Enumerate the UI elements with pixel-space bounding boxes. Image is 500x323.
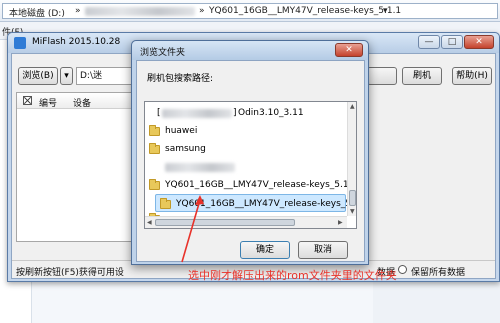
blurred-label [165,163,235,172]
tree-item-label: YQ601_16GB__LMY47V_release-keys_5.1.1 [176,199,357,209]
folder-icon [160,198,171,209]
window-title: MiFlash 2015.10.28 [32,37,121,47]
refresh-button[interactable] [367,67,397,85]
chevron-down-icon[interactable]: ▾ [60,67,73,85]
browse-folder-dialog: 浏览文件夹 ✕ 刷机包搜索路径: [ ] Odin3.10_3.11 huawe… [131,40,369,265]
app-logo-icon [14,37,26,49]
tree-item-samsung[interactable]: samsung [145,140,347,158]
breadcrumb-separator: » [75,6,81,16]
flash-button[interactable]: 刷机 [402,67,442,85]
blurred-label [162,109,232,118]
keep-data-radio[interactable] [398,265,407,274]
breadcrumb-drive[interactable]: 本地磁盘 (D:) [9,6,65,19]
keep-data-label: 保留所有数据 [411,268,466,278]
annotation-text: 选中刚才解压出来的rom文件夹里的文件夹 [188,269,397,282]
ok-button[interactable]: 确定 [240,241,290,259]
minimize-button[interactable]: — [418,35,440,49]
rom-path-input[interactable]: D:\迷 [76,67,136,85]
scroll-left-arrow-icon[interactable]: ◀ [147,219,152,226]
address-bar[interactable]: 本地磁盘 (D:) » » YQ601_16GB__LMY47V_release… [0,0,500,22]
tree-item-label: Odin3.10_3.11 [238,108,304,118]
folder-icon [149,143,160,154]
select-all-checkbox[interactable] [23,96,32,105]
tree-item-rom-folder[interactable]: YQ601_16GB__LMY47V_release-keys_5.1.1 [145,176,356,194]
column-id[interactable]: 编号 [39,96,57,109]
dialog-title: 浏览文件夹 [140,48,186,58]
scroll-down-arrow-icon[interactable]: ▼ [350,208,355,215]
tree-horizontal-scrollbar[interactable]: ◀ ▶ [145,216,347,228]
breadcrumb-separator: » [199,6,205,16]
blurred-path [85,7,195,16]
dialog-prompt: 刷机包搜索路径: [147,74,214,84]
tree-item-label: YQ601_16GB__LMY47V_release-keys_5.1.1 [165,180,357,190]
browse-button[interactable]: 浏览(B) [18,67,58,85]
scroll-up-arrow-icon[interactable]: ▲ [350,103,355,110]
dialog-body: 刷机包搜索路径: [ ] Odin3.10_3.11 huawei samsun… [136,60,365,262]
tree-item-huawei[interactable]: huawei [145,122,347,140]
breadcrumb[interactable]: 本地磁盘 (D:) » » YQ601_16GB__LMY47V_release… [2,3,498,19]
tree-item-odin[interactable]: [ ] Odin3.10_3.11 [145,104,347,122]
column-device[interactable]: 设备 [73,96,91,109]
tree-item-blurred[interactable] [145,158,347,176]
tree-item-label: samsung [165,144,206,154]
chevron-down-icon[interactable]: ▾ [383,6,388,16]
scroll-right-arrow-icon[interactable]: ▶ [338,219,343,226]
status-text: 按刷新按钮(F5)获得可用设 [16,268,124,278]
help-button[interactable]: 帮助(H) [452,67,492,85]
folder-tree[interactable]: [ ] Odin3.10_3.11 huawei samsung YQ601_1… [144,101,357,229]
tree-item-prefix: [ [157,108,161,118]
close-button[interactable]: ✕ [464,35,494,49]
scrollbar-thumb[interactable] [155,219,295,226]
device-table: 编号 设备 [16,92,146,242]
tree-item-mid: ] [233,108,237,118]
dialog-close-button[interactable]: ✕ [335,43,363,57]
cancel-button[interactable]: 取消 [298,241,348,259]
scrollbar-thumb[interactable] [349,190,356,206]
tree-item-label: huawei [165,126,198,136]
folder-open-icon [149,179,160,190]
breadcrumb-current[interactable]: YQ601_16GB__LMY47V_release-keys_5.1.1 [209,6,401,16]
tree-vertical-scrollbar[interactable]: ▲ ▼ [347,102,356,216]
folder-icon [149,125,160,136]
dialog-title-bar[interactable]: 浏览文件夹 ✕ [132,41,368,60]
device-table-header: 编号 设备 [17,93,145,109]
maximize-button[interactable]: □ [441,35,463,49]
